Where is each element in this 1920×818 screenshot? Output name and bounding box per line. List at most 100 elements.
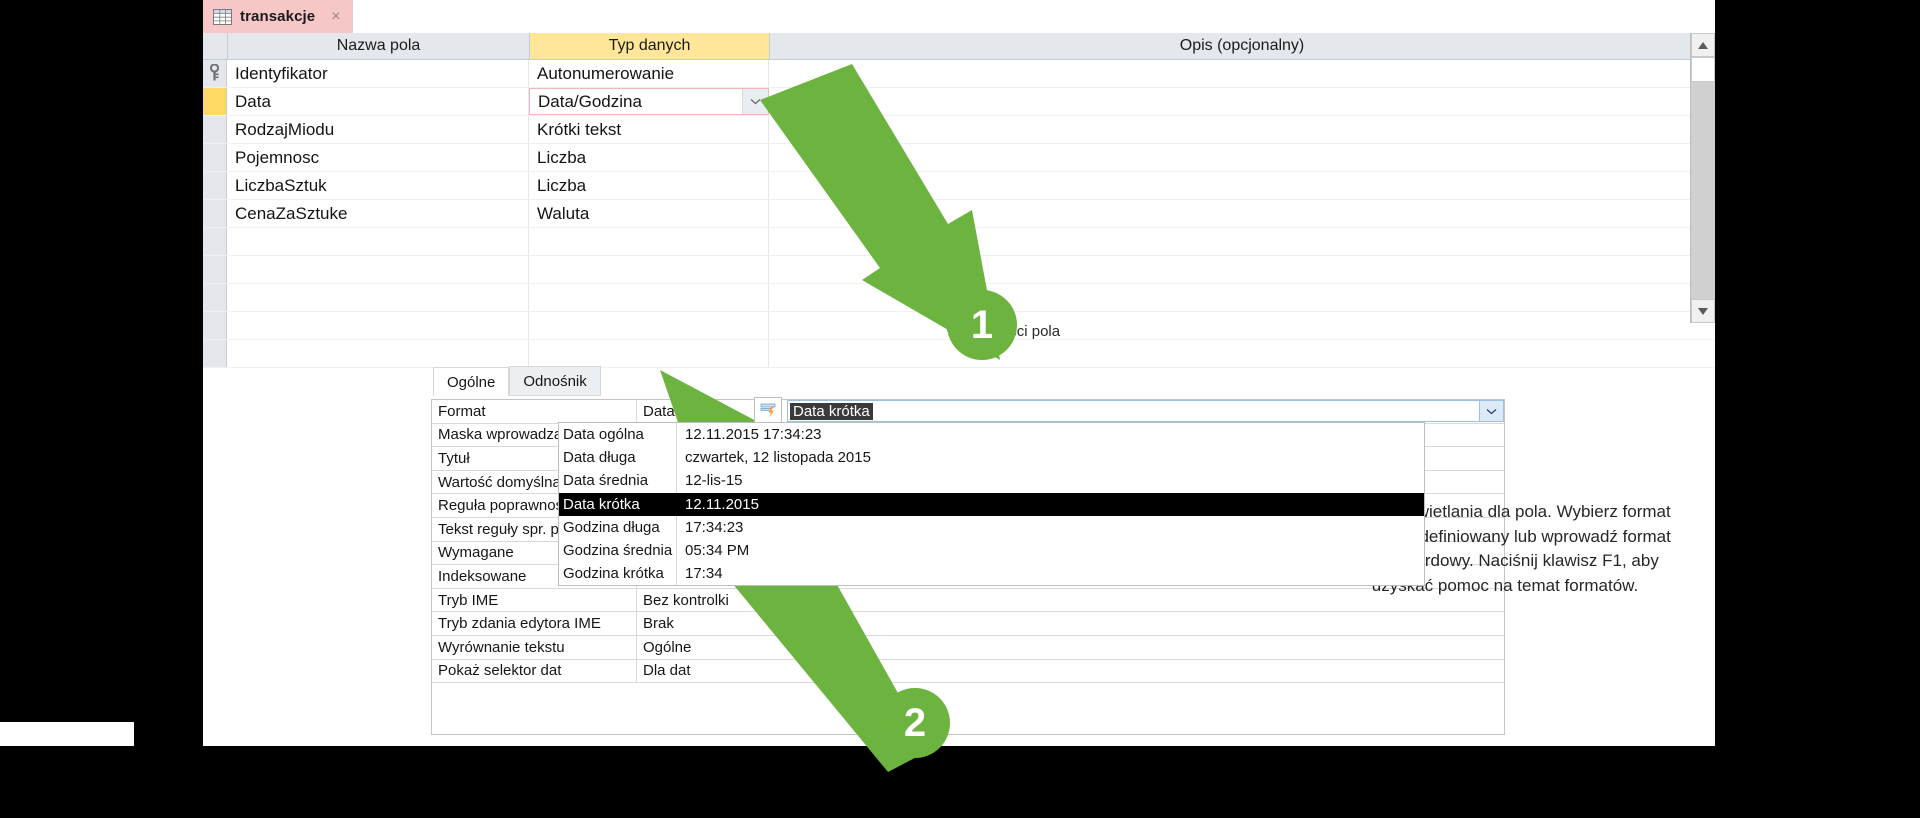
cell-field-name[interactable]: Identyfikator bbox=[227, 60, 529, 87]
property-label: Tryb IME bbox=[432, 588, 637, 612]
cell-field-name[interactable]: Data bbox=[227, 88, 529, 115]
access-table-design-window: transakcje × Nazwa pola Typ danych Opis … bbox=[203, 0, 1715, 746]
row-selector[interactable] bbox=[203, 144, 227, 171]
scrollbar-thumb[interactable] bbox=[1691, 57, 1715, 82]
property-value[interactable]: Dla dat bbox=[637, 660, 1504, 683]
cell-description[interactable] bbox=[769, 116, 1715, 143]
cell-field-name[interactable] bbox=[227, 228, 529, 255]
cell-description[interactable] bbox=[769, 200, 1715, 227]
cell-description[interactable] bbox=[769, 340, 1715, 367]
table-icon bbox=[213, 8, 232, 25]
cell-field-name[interactable]: LiczbaSztuk bbox=[227, 172, 529, 199]
cell-data-type-text: Data/Godzina bbox=[538, 91, 642, 111]
format-dropdown-highlighted-option[interactable]: Data krótka 12.11.2015 bbox=[559, 492, 1424, 516]
property-label: Tryb zdania edytora IME bbox=[432, 612, 637, 635]
grid-row[interactable]: CenaZaSztuke Waluta bbox=[203, 200, 1715, 228]
cell-data-type[interactable]: Autonumerowanie bbox=[529, 60, 769, 87]
close-icon[interactable]: × bbox=[331, 8, 340, 25]
column-header-field-name[interactable]: Nazwa pola bbox=[228, 33, 530, 59]
property-row[interactable]: Wyrównanie tekstu Ogólne bbox=[432, 635, 1504, 660]
cell-field-name[interactable] bbox=[227, 312, 529, 339]
grid-row[interactable]: Pojemnosc Liczba bbox=[203, 144, 1715, 172]
row-selector[interactable] bbox=[203, 340, 227, 367]
property-row[interactable]: Pokaż selektor dat Dla dat bbox=[432, 659, 1504, 684]
property-row[interactable]: Tryb zdania edytora IME Brak bbox=[432, 612, 1504, 636]
grid-row[interactable]: Data Data/Godzina bbox=[203, 88, 1715, 116]
tab-odnosnik[interactable]: Odnośnik bbox=[509, 366, 601, 396]
cell-description[interactable] bbox=[769, 172, 1715, 199]
property-value[interactable]: Brak bbox=[637, 612, 1504, 635]
format-option-name: Godzina krótka bbox=[559, 562, 677, 586]
expression-builder-button[interactable] bbox=[754, 397, 782, 424]
format-dropdown-option[interactable]: Data ogólna 12.11.2015 17:34:23 bbox=[559, 423, 1424, 447]
cell-description[interactable] bbox=[769, 256, 1715, 283]
cell-data-type[interactable]: Data/Godzina bbox=[529, 88, 769, 115]
cell-data-type[interactable]: Liczba bbox=[529, 144, 769, 171]
cell-data-type[interactable]: Krótki tekst bbox=[529, 116, 769, 143]
data-type-combo-dropdown-button[interactable] bbox=[742, 89, 768, 114]
column-header-description[interactable]: Opis (opcjonalny) bbox=[770, 33, 1715, 59]
row-selector[interactable] bbox=[203, 116, 227, 143]
row-selector[interactable] bbox=[203, 172, 227, 199]
property-value[interactable]: Ogólne bbox=[637, 636, 1504, 659]
grid-row-empty[interactable] bbox=[203, 256, 1715, 284]
cell-description[interactable] bbox=[769, 60, 1715, 87]
format-option-sample: 17:34 bbox=[685, 565, 723, 583]
cell-data-type-text: Liczba bbox=[537, 175, 587, 195]
annotation-badge-2: 2 bbox=[880, 688, 950, 758]
format-dropdown-option[interactable]: Godzina średnia 05:34 PM bbox=[559, 538, 1424, 563]
cell-description[interactable] bbox=[769, 88, 1715, 115]
tab-ogolne[interactable]: Ogólne bbox=[433, 367, 510, 396]
cell-data-type[interactable]: Waluta bbox=[529, 200, 769, 227]
bottom-left-strip bbox=[0, 722, 134, 746]
cell-data-type[interactable] bbox=[529, 256, 769, 283]
grid-row[interactable]: RodzajMiodu Krótki tekst bbox=[203, 116, 1715, 144]
properties-tab-bar: Ogólne Odnośnik bbox=[433, 366, 601, 396]
format-option-sample: 12.11.2015 bbox=[685, 495, 759, 513]
cell-description[interactable] bbox=[769, 228, 1715, 255]
row-selector[interactable] bbox=[203, 88, 227, 115]
row-selector[interactable] bbox=[203, 256, 227, 283]
scroll-up-icon[interactable] bbox=[1691, 33, 1715, 57]
format-chevron-down-icon[interactable] bbox=[1479, 401, 1503, 421]
format-dropdown-list[interactable]: Data ogólna 12.11.2015 17:34:23 Data długa… bbox=[558, 422, 1425, 587]
document-tab-label: transakcje bbox=[240, 8, 316, 25]
cell-field-name[interactable]: RodzajMiodu bbox=[227, 116, 529, 143]
annotation-badge-1: 1 bbox=[947, 290, 1017, 360]
grid-row[interactable]: Identyfikator Autonumerowanie bbox=[203, 60, 1715, 88]
cell-data-type[interactable] bbox=[529, 312, 769, 339]
cell-data-type[interactable] bbox=[529, 228, 769, 255]
cell-description[interactable] bbox=[769, 284, 1715, 311]
format-value-editor[interactable]: Data krótka bbox=[787, 400, 1504, 422]
cell-field-name[interactable]: Pojemnosc bbox=[227, 144, 529, 171]
grid-row[interactable]: LiczbaSztuk Liczba bbox=[203, 172, 1715, 200]
grid-vertical-scrollbar[interactable] bbox=[1690, 33, 1715, 323]
cell-field-name[interactable]: CenaZaSztuke bbox=[227, 200, 529, 227]
cell-data-type[interactable]: Liczba bbox=[529, 172, 769, 199]
cell-field-name[interactable] bbox=[227, 284, 529, 311]
grid-header-selector-corner bbox=[203, 33, 228, 59]
row-selector[interactable] bbox=[203, 284, 227, 311]
column-header-data-type[interactable]: Typ danych bbox=[530, 33, 770, 59]
row-selector[interactable] bbox=[203, 200, 227, 227]
cell-field-name[interactable] bbox=[227, 256, 529, 283]
format-option-name: Data średnia bbox=[559, 469, 677, 493]
scroll-down-icon[interactable] bbox=[1691, 299, 1715, 323]
cell-field-name[interactable] bbox=[227, 340, 529, 367]
document-tab-transakcje[interactable]: transakcje × bbox=[203, 0, 353, 33]
row-selector[interactable] bbox=[203, 312, 227, 339]
row-selector[interactable] bbox=[203, 60, 227, 87]
grid-row-empty[interactable] bbox=[203, 228, 1715, 256]
cell-description[interactable] bbox=[769, 144, 1715, 171]
format-option-name: Data krótka bbox=[559, 492, 677, 516]
format-dropdown-option[interactable]: Data średnia 12-lis-15 bbox=[559, 469, 1424, 493]
row-selector[interactable] bbox=[203, 228, 227, 255]
format-dropdown-option[interactable]: Data długa czwartek, 12 listopada 2015 bbox=[559, 446, 1424, 470]
format-dropdown-option[interactable]: Godzina krótka 17:34 bbox=[559, 562, 1424, 586]
format-dropdown-option[interactable]: Godzina długa 17:34:23 bbox=[559, 515, 1424, 539]
cell-data-type[interactable] bbox=[529, 284, 769, 311]
cell-data-type[interactable] bbox=[529, 340, 769, 367]
primary-key-icon bbox=[209, 63, 220, 81]
format-option-sample: 17:34:23 bbox=[685, 518, 744, 536]
cell-data-type-text: Liczba bbox=[537, 147, 587, 167]
